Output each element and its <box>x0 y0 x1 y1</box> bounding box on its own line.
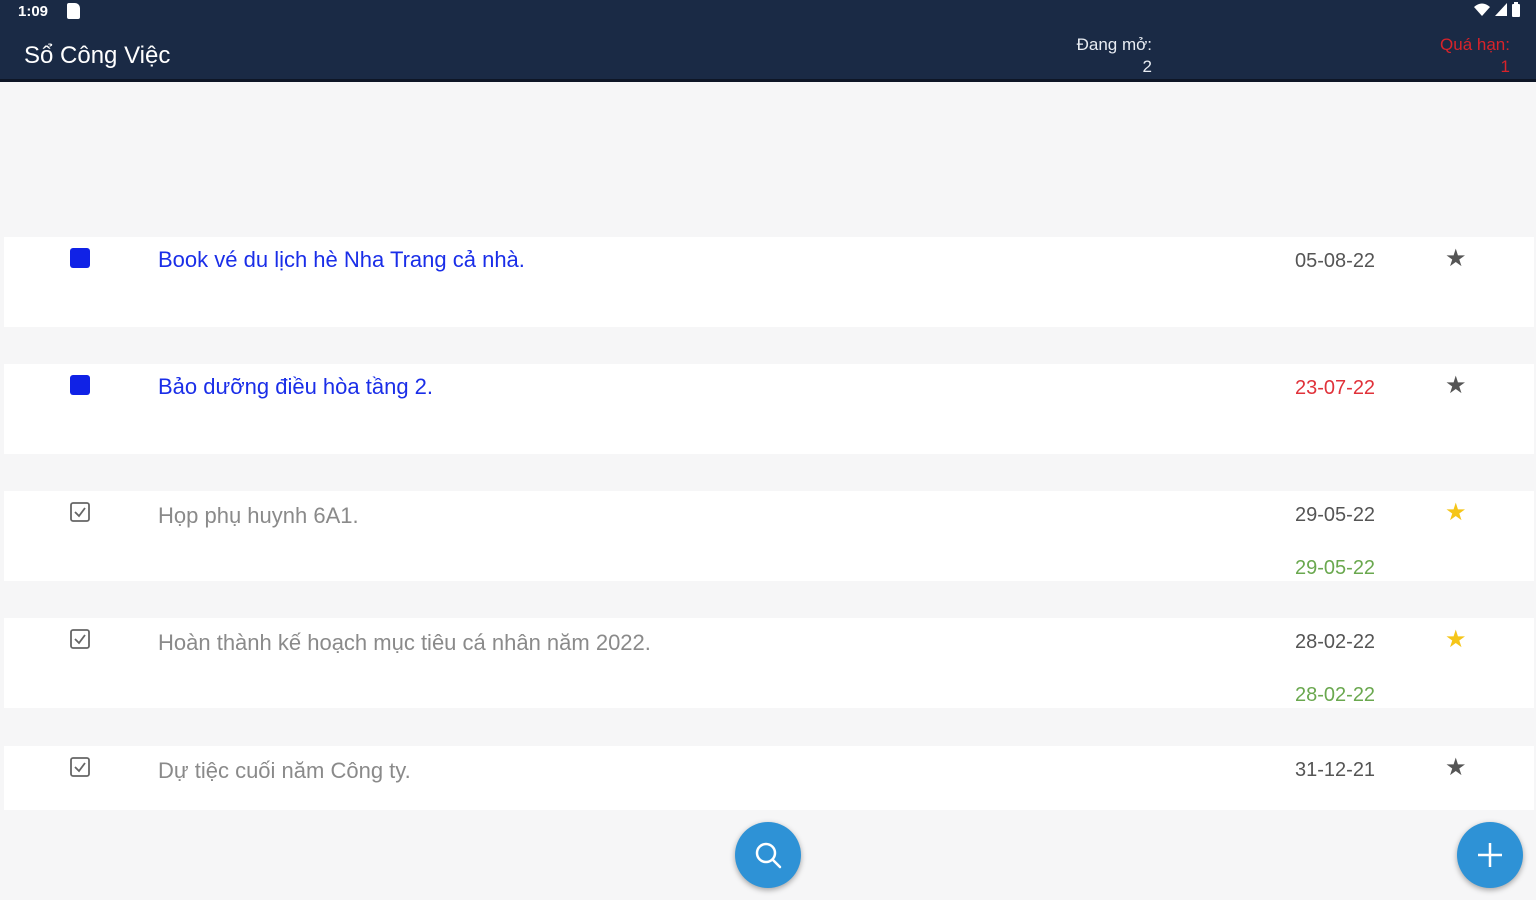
star-icon[interactable]: ★ <box>1445 628 1467 652</box>
app-bar: 1:09 Sổ Công Việc Đang mở: 2 Quá hạn: 1 <box>0 0 1536 82</box>
task-row[interactable]: Hoàn thành kế hoạch mục tiêu cá nhân năm… <box>4 618 1534 708</box>
star-icon[interactable]: ★ <box>1445 374 1467 398</box>
search-icon <box>755 842 782 869</box>
page-title: Sổ Công Việc <box>24 42 171 69</box>
task-title: Hoàn thành kế hoạch mục tiêu cá nhân năm… <box>158 630 651 655</box>
wifi-icon <box>1474 3 1490 16</box>
due-date: 23-07-22 <box>1295 377 1376 399</box>
open-count[interactable]: Đang mở: 2 <box>1077 34 1152 78</box>
task-title: Book vé du lịch hè Nha Trang cả nhà. <box>158 247 525 272</box>
star-icon[interactable]: ★ <box>1445 756 1467 780</box>
task-title: Dự tiệc cuối năm Công ty. <box>158 758 411 783</box>
overdue-count-value: 1 <box>1500 57 1510 76</box>
due-date: 31-12-21 <box>1295 759 1376 781</box>
task-row[interactable]: Dự tiệc cuối năm Công ty. 31-12-21 ★ <box>4 746 1534 810</box>
status-time: 1:09 <box>18 3 49 20</box>
battery-icon <box>1512 2 1520 17</box>
task-title: Bảo dưỡng điều hòa tầng 2. <box>158 374 434 399</box>
open-count-value: 2 <box>1142 57 1152 76</box>
due-date: 05-08-22 <box>1295 250 1376 272</box>
star-icon[interactable]: ★ <box>1445 247 1467 271</box>
status-icons <box>1474 2 1520 17</box>
add-task-button[interactable] <box>1457 822 1523 888</box>
overdue-count[interactable]: Quá hạn: 1 <box>1440 34 1510 78</box>
open-count-label: Đang mở: <box>1076 35 1152 54</box>
task-title: Họp phụ huynh 6A1. <box>158 503 359 528</box>
task-row[interactable]: Họp phụ huynh 6A1. 29-05-22 29-05-22 ★ <box>4 491 1534 581</box>
completed-date: 29-05-22 <box>1295 557 1376 579</box>
signal-icon <box>1495 3 1507 16</box>
search-button[interactable] <box>735 822 801 888</box>
completed-date: 28-02-22 <box>1295 684 1376 706</box>
task-row[interactable]: Book vé du lịch hè Nha Trang cả nhà. 05-… <box>4 237 1534 327</box>
star-icon[interactable]: ★ <box>1445 501 1467 525</box>
open-status-icon[interactable] <box>70 375 90 395</box>
plus-icon <box>1478 843 1502 867</box>
open-status-icon[interactable] <box>70 248 90 268</box>
checkbox-checked-icon[interactable] <box>70 502 90 522</box>
checkbox-checked-icon[interactable] <box>70 757 90 777</box>
sd-card-icon <box>67 3 80 19</box>
task-row[interactable]: Bảo dưỡng điều hòa tầng 2. 23-07-22 ★ <box>4 364 1534 454</box>
checkbox-checked-icon[interactable] <box>70 629 90 649</box>
due-date: 29-05-22 <box>1295 504 1376 526</box>
overdue-count-label: Quá hạn: <box>1440 35 1510 54</box>
due-date: 28-02-22 <box>1295 631 1376 653</box>
